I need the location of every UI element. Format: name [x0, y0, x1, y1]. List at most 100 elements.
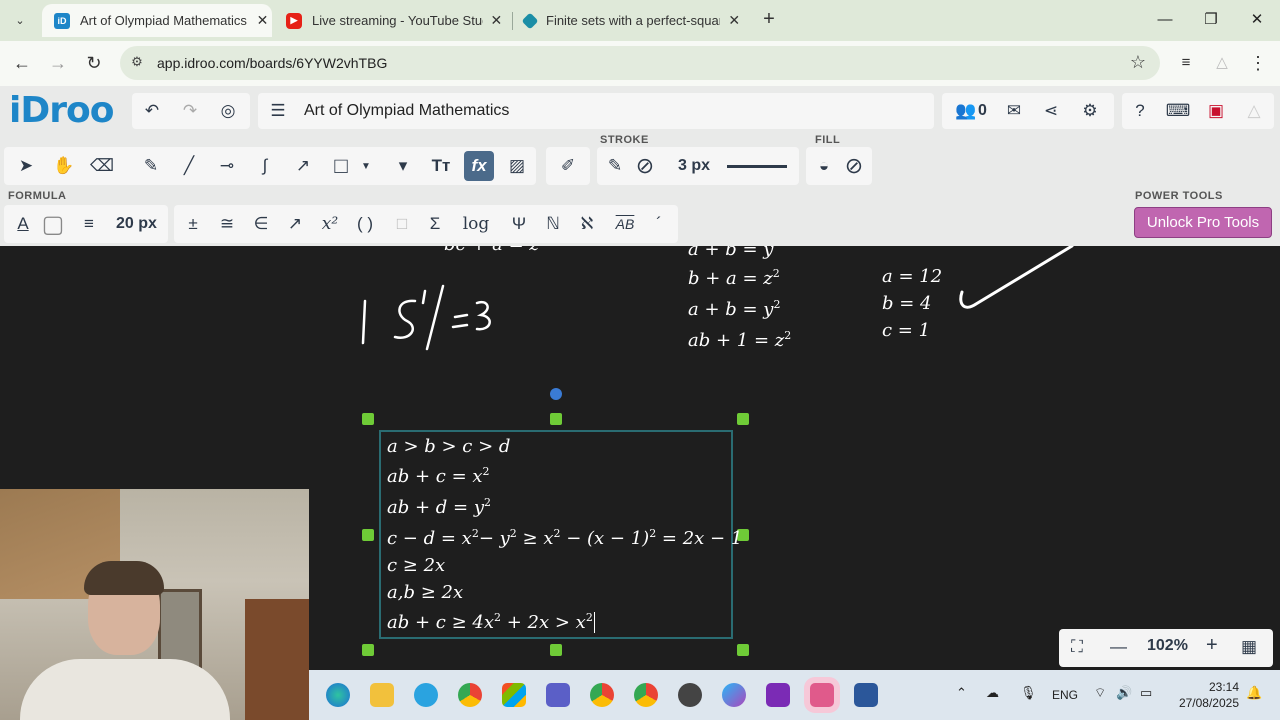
snipping-tool-icon[interactable]	[810, 683, 834, 707]
zoom-in-icon[interactable]: +	[1206, 634, 1218, 657]
obs-icon[interactable]	[678, 683, 702, 707]
marker-icon[interactable]: ✎	[136, 151, 166, 181]
background-color-icon[interactable]: ▢	[38, 209, 68, 239]
reload-button[interactable]: ↻	[80, 49, 108, 77]
equation-line[interactable]: ab + 1 = z2	[688, 329, 791, 351]
unlock-pro-tools-button[interactable]: Unlock Pro Tools	[1134, 207, 1272, 238]
maximize-button[interactable]: ❐	[1188, 6, 1234, 34]
arrow-icon[interactable]: ↗	[280, 209, 310, 239]
equation-line[interactable]: a + b = y	[688, 246, 773, 260]
resize-handle[interactable]	[362, 529, 374, 541]
new-tab-button[interactable]: +	[757, 8, 781, 32]
pen-icon[interactable]: ╱	[174, 151, 204, 181]
share-icon[interactable]: ⋖	[1036, 96, 1066, 126]
volume-icon[interactable]: 🔊	[1116, 685, 1132, 701]
plus-minus-icon[interactable]: ±	[178, 209, 208, 239]
close-window-button[interactable]: ✕	[1234, 6, 1280, 34]
text-tool-icon[interactable]: Tт	[426, 151, 456, 181]
close-icon[interactable]: ✕	[253, 12, 272, 29]
eyedropper-icon[interactable]: ✐	[553, 151, 583, 181]
curve-icon[interactable]: ∫	[250, 151, 280, 181]
minimap-icon[interactable]: ▦	[1241, 637, 1257, 657]
sticky-note-icon[interactable]: ▾	[388, 151, 418, 181]
checkmark-stroke[interactable]	[950, 246, 1080, 316]
wifi-icon[interactable]: ⌔	[1094, 685, 1106, 701]
bookmark-star-icon[interactable]: ☆	[1130, 52, 1146, 73]
back-button[interactable]: ←	[8, 49, 36, 77]
formula-fragment[interactable]: bc + a = z	[444, 246, 539, 255]
connector-icon[interactable]: ⊸	[212, 151, 242, 181]
clipchamp-icon[interactable]	[766, 683, 790, 707]
element-of-icon[interactable]: ∈	[246, 209, 276, 239]
uk-flag-icon[interactable]: ▣	[1201, 96, 1231, 126]
onedrive-icon[interactable]: ☁	[986, 685, 999, 701]
resize-handle[interactable]	[737, 644, 749, 656]
matrix-icon[interactable]: □	[387, 209, 417, 239]
rectangle-shape-icon[interactable]: □	[326, 151, 356, 181]
resize-handle[interactable]	[550, 413, 562, 425]
tab-art-of-olympiad[interactable]: iD Art of Olympiad Mathematics - ✕	[42, 4, 272, 37]
board-title[interactable]: Art of Olympiad Mathematics	[304, 102, 509, 120]
help-icon[interactable]: ?	[1125, 96, 1155, 126]
psi-icon[interactable]: Ψ	[504, 209, 534, 239]
minimize-button[interactable]: —	[1142, 6, 1188, 34]
rotate-handle[interactable]	[550, 388, 562, 400]
image-tool-icon[interactable]: ▨	[502, 151, 532, 181]
value-line[interactable]: c = 1	[882, 320, 930, 341]
tab-search-button[interactable]: ⌄	[8, 8, 32, 32]
battery-icon[interactable]: ▭	[1140, 685, 1152, 701]
forward-button[interactable]: →	[44, 49, 72, 77]
close-icon[interactable]: ✕	[487, 12, 506, 29]
fill-bucket-icon[interactable]: ◒	[809, 151, 839, 181]
text-color-icon[interactable]: A	[8, 209, 38, 239]
aleph-icon[interactable]: ℵ	[572, 209, 602, 239]
vector-icon[interactable]: AB	[608, 209, 642, 239]
log-icon[interactable]: log	[459, 209, 493, 239]
notification-icon[interactable]: 🔔	[1246, 685, 1262, 701]
stroke-width-preview[interactable]	[727, 165, 787, 168]
resize-handle[interactable]	[362, 413, 374, 425]
word-icon[interactable]	[854, 683, 878, 707]
media-control-icon[interactable]: ≡	[1172, 49, 1200, 77]
naturals-icon[interactable]: ℕ	[538, 209, 568, 239]
address-bar[interactable]: ⚙ app.idroo.com/boards/6YYW2vhTBG ☆	[120, 46, 1160, 80]
locate-icon[interactable]: ◎	[213, 96, 243, 126]
site-info-icon[interactable]: ⚙	[128, 54, 146, 72]
stroke-pen-icon[interactable]: ✎	[600, 151, 630, 181]
telegram-icon[interactable]	[414, 683, 438, 707]
teams-icon[interactable]	[546, 683, 570, 707]
tab-finite-sets[interactable]: Finite sets with a perfect-square ✕	[512, 4, 744, 37]
tab-youtube-studio[interactable]: ▶ Live streaming - YouTube Studio ✕	[274, 4, 506, 37]
formula-tool-icon[interactable]: fx	[464, 151, 494, 181]
font-size[interactable]: 20 px	[116, 215, 157, 233]
equation-line[interactable]: b + a = z2	[688, 267, 780, 289]
undo-icon[interactable]: ↶	[137, 96, 167, 126]
chat-icon[interactable]: ✉	[999, 96, 1029, 126]
file-explorer-icon[interactable]	[370, 683, 394, 707]
sum-icon[interactable]: Σ	[420, 209, 450, 239]
chrome-icon[interactable]	[634, 683, 658, 707]
chrome-icon[interactable]	[590, 683, 614, 707]
hamburger-menu-icon[interactable]: ☰	[263, 96, 293, 126]
extension-icon[interactable]: △	[1208, 49, 1236, 77]
store-icon[interactable]	[502, 683, 526, 707]
fullscreen-icon[interactable]: ⛶	[1071, 637, 1083, 657]
parentheses-icon[interactable]: ( )	[350, 209, 380, 239]
resize-handle[interactable]	[737, 413, 749, 425]
value-line[interactable]: b = 4	[882, 293, 932, 314]
edge-icon[interactable]	[326, 683, 350, 707]
system-clock[interactable]: 23:14 27/08/2025	[1174, 679, 1239, 711]
hand-pan-icon[interactable]: ✋	[49, 151, 79, 181]
stroke-none-icon[interactable]: ⊘	[630, 151, 660, 181]
fill-none-icon[interactable]: ⊘	[839, 151, 869, 181]
browser-menu-icon[interactable]: ⋮	[1244, 49, 1272, 77]
microphone-icon[interactable]: 🎙	[1020, 685, 1037, 701]
resize-handle[interactable]	[362, 644, 374, 656]
close-icon[interactable]: ✕	[724, 12, 744, 29]
settings-gear-icon[interactable]: ⚙	[1075, 96, 1105, 126]
tray-chevron-icon[interactable]: ⌃	[956, 685, 967, 701]
stroke-width[interactable]: 3 px	[678, 157, 710, 175]
equation-line[interactable]: a + b = y2	[688, 298, 780, 320]
accent-icon[interactable]: ´	[644, 209, 674, 239]
congruent-icon[interactable]: ≅	[212, 209, 242, 239]
